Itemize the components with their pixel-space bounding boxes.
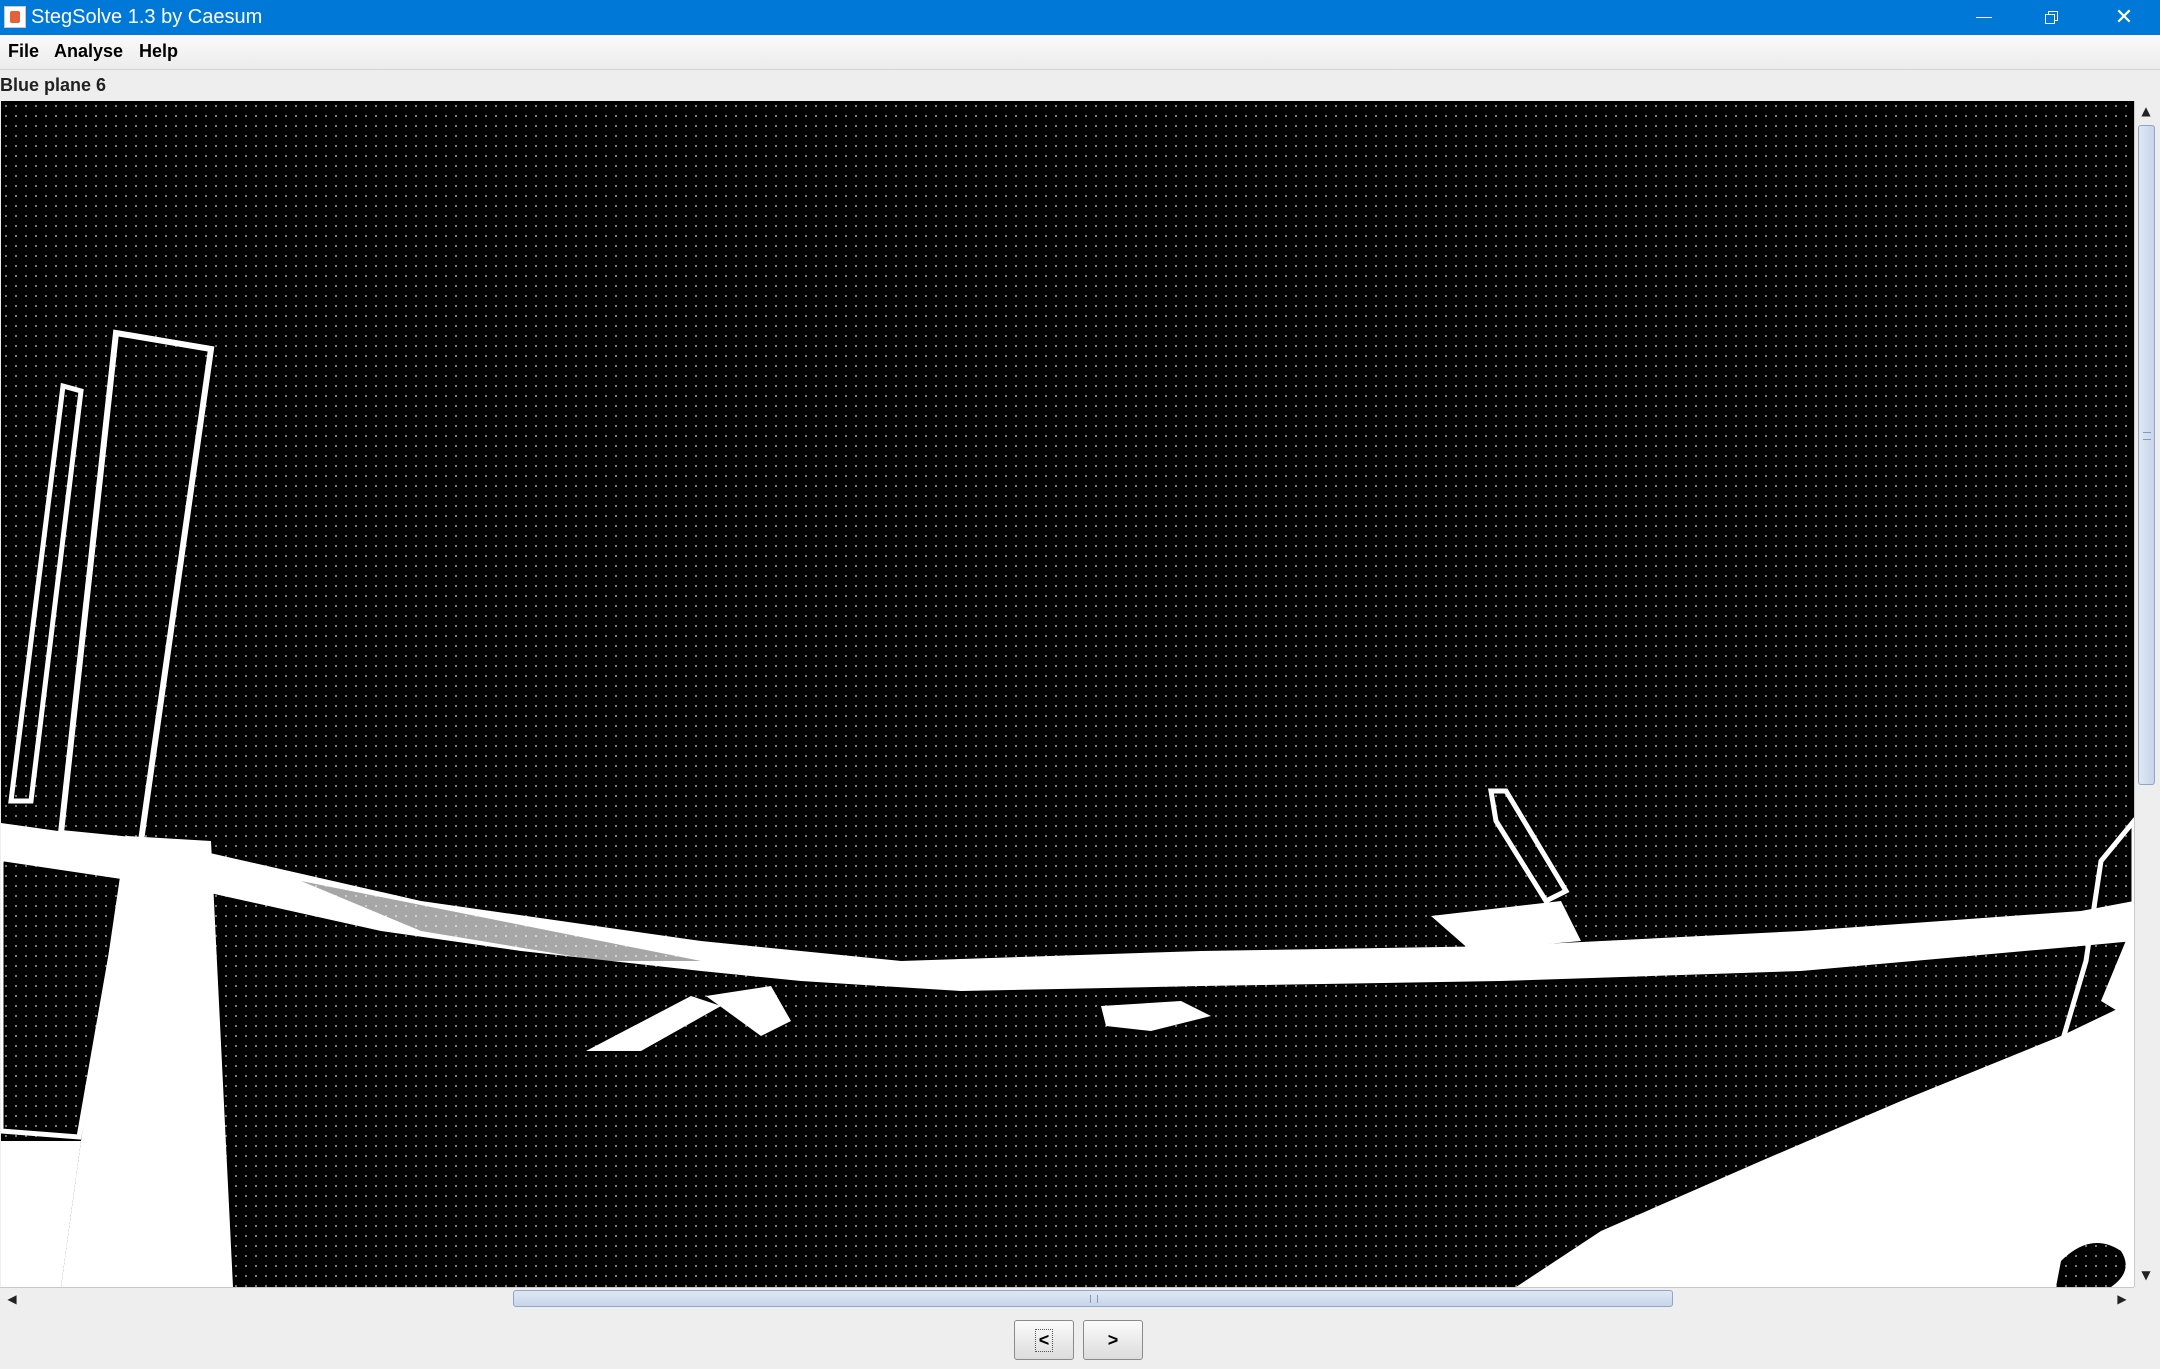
- scroll-right-arrow-icon[interactable]: ▶: [2112, 1289, 2132, 1309]
- menu-analyse[interactable]: Analyse: [54, 40, 123, 62]
- menu-file[interactable]: File: [8, 40, 39, 62]
- scroll-left-arrow-icon[interactable]: ◀: [2, 1289, 22, 1309]
- image-viewport[interactable]: [1, 101, 2134, 1287]
- horizontal-scroll-thumb[interactable]: [513, 1290, 1673, 1307]
- scroll-corner: [2134, 1287, 2158, 1309]
- vertical-scroll-thumb[interactable]: [2138, 125, 2155, 785]
- bit-plane-image: [1, 329, 2134, 1287]
- window-title: StegSolve 1.3 by Caesum: [31, 6, 263, 28]
- minimize-button[interactable]: [1950, 0, 2018, 35]
- java-app-icon: [4, 6, 26, 28]
- minimize-icon: [1976, 17, 1992, 18]
- previous-label: <: [1034, 1328, 1054, 1352]
- close-icon: ✕: [2114, 5, 2134, 30]
- restore-icon: [2045, 10, 2059, 25]
- menu-help[interactable]: Help: [139, 40, 178, 62]
- title-bar: StegSolve 1.3 by Caesum ✕: [0, 0, 2160, 35]
- scroll-down-arrow-icon[interactable]: ▼: [2136, 1265, 2156, 1285]
- plane-label: Blue plane 6: [0, 75, 107, 95]
- menu-bar: File Analyse Help: [0, 35, 2160, 70]
- scroll-up-arrow-icon[interactable]: ▲: [2136, 101, 2156, 121]
- horizontal-scrollbar[interactable]: ◀ ▶: [0, 1287, 2134, 1309]
- vertical-scrollbar[interactable]: ▲ ▼: [2134, 101, 2158, 1287]
- close-button[interactable]: ✕: [2088, 0, 2160, 35]
- next-plane-button[interactable]: >: [1083, 1320, 1143, 1360]
- previous-plane-button[interactable]: <: [1014, 1320, 1074, 1360]
- next-label: >: [1107, 1329, 1119, 1350]
- restore-button[interactable]: [2018, 0, 2086, 35]
